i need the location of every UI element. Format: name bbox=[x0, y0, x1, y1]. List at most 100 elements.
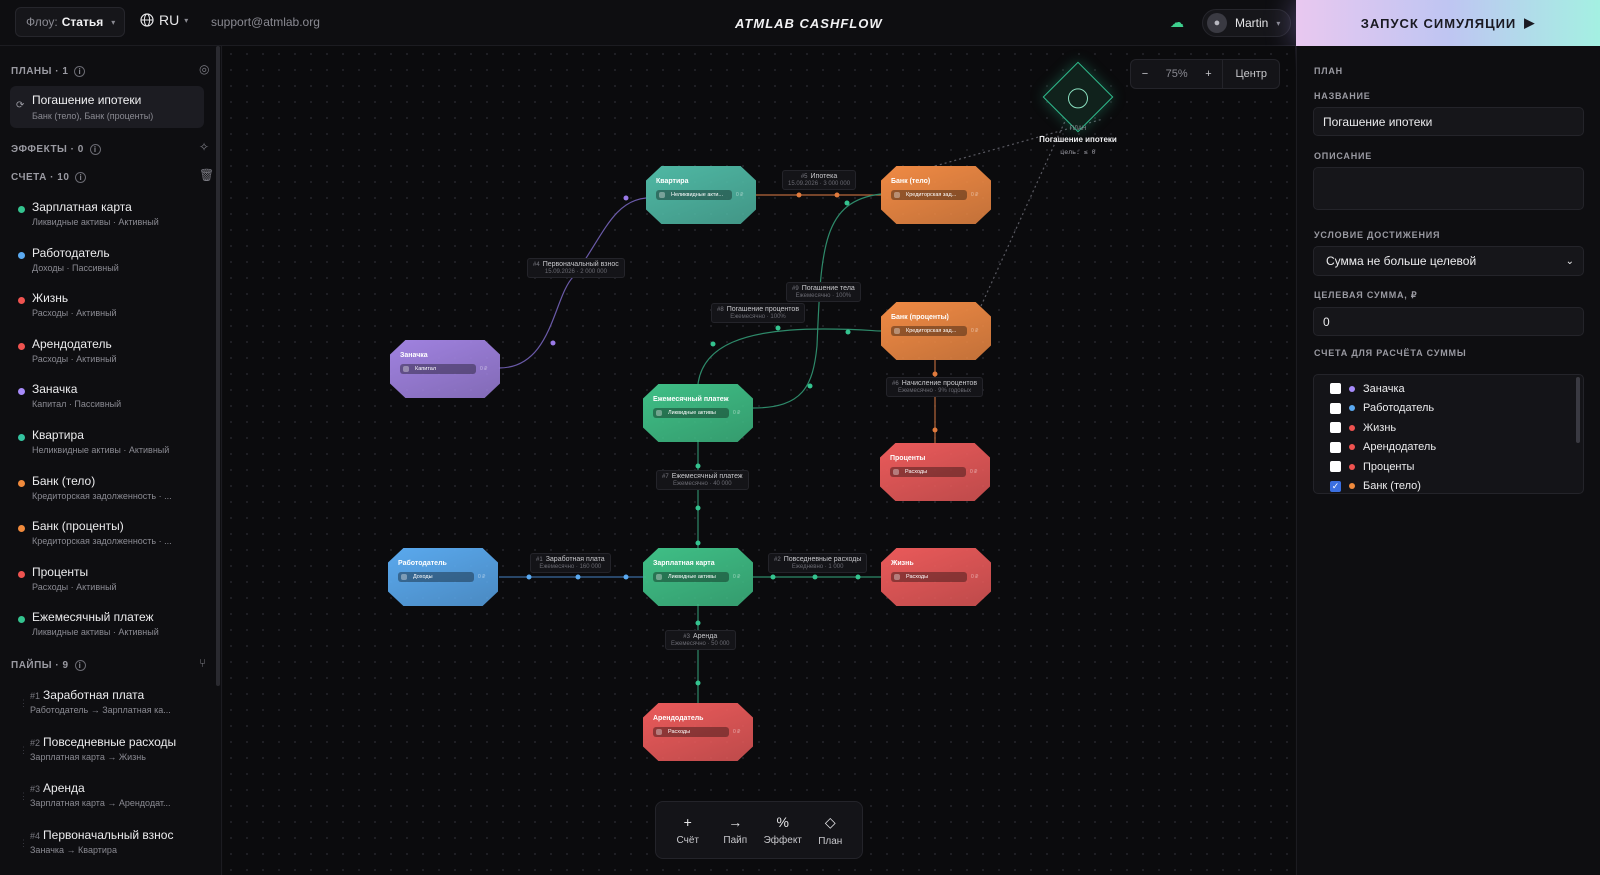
sidebar-account-item[interactable]: Зарплатная карта Ликвидные активы · Актив… bbox=[0, 198, 210, 238]
account-node[interactable]: Банк (проценты) Кредиторская зад... 0 ₽ bbox=[881, 302, 991, 360]
add-pipe-tool[interactable]: → Пайп bbox=[713, 814, 757, 846]
refresh-icon: ⟳ bbox=[16, 100, 25, 111]
canvas-toolbar: + Счёт → Пайп% Эффект ◇ План bbox=[655, 801, 863, 859]
account-checkbox-row[interactable]: Заначка bbox=[1314, 379, 1583, 399]
edge-schedule: Ежемесячно · 100% bbox=[795, 293, 852, 299]
trash-icon[interactable]: 🗑 bbox=[199, 168, 214, 182]
sparkles-icon[interactable]: ✧ bbox=[199, 140, 209, 154]
node-title: Работодатель bbox=[398, 560, 447, 567]
pipe-edge-label[interactable]: #3 Аренда Ежемесячно · 50 000 bbox=[665, 630, 736, 650]
account-node[interactable]: Заначка Капитал 0 ₽ bbox=[390, 340, 500, 398]
account-checkbox-row[interactable]: Жизнь bbox=[1314, 418, 1583, 438]
account-node[interactable]: Банк (тело) Кредиторская зад... 0 ₽ bbox=[881, 166, 991, 224]
target-sum-input[interactable] bbox=[1313, 307, 1584, 336]
pipe-subtitle: Заначка → Квартира bbox=[30, 844, 117, 855]
tool-label: Счёт bbox=[676, 835, 699, 846]
plans-section-title: ПЛАНЫ · 1 bbox=[11, 65, 69, 77]
checkbox[interactable]: ✓ bbox=[1330, 480, 1341, 492]
checkbox[interactable] bbox=[1330, 422, 1341, 434]
account-node[interactable]: Арендодатель Расходы 0 ₽ bbox=[643, 703, 753, 761]
account-node[interactable]: Жизнь Расходы 0 ₽ bbox=[881, 548, 991, 606]
sidebar-pipe-item[interactable]: ⋮ #2 Повседневные расходы Зарплатная карта … bbox=[0, 733, 210, 773]
language-select[interactable]: RU ▾ bbox=[140, 12, 188, 28]
sidebar-account-item[interactable]: Заначка Капитал · Пассивный bbox=[0, 380, 210, 420]
node-balance: 0 ₽ bbox=[970, 469, 978, 475]
sidebar-account-item[interactable]: Банк (тело) Кредиторская задолженность · … bbox=[0, 472, 210, 512]
pipe-edge-label[interactable]: #6 Начисление процентов Ежемесячно · 9% го… bbox=[886, 377, 984, 397]
account-checkbox-row[interactable]: ✓ Банк (тело) bbox=[1314, 477, 1583, 494]
description-label: ОПИСАНИЕ bbox=[1314, 151, 1373, 161]
checkbox[interactable] bbox=[1330, 402, 1341, 414]
info-icon[interactable]: i bbox=[74, 659, 86, 671]
checkbox[interactable] bbox=[1330, 461, 1341, 473]
sidebar-account-item[interactable]: Жизнь Расходы · Активный bbox=[0, 289, 210, 329]
run-simulation-button[interactable]: ЗАПУСК СИМУЛЯЦИИ ▶ bbox=[1296, 0, 1600, 46]
checkbox[interactable] bbox=[1330, 441, 1341, 453]
add-plan-tool[interactable]: ◇ План bbox=[808, 814, 852, 847]
name-input[interactable] bbox=[1313, 107, 1584, 136]
zoom-out-button[interactable]: − bbox=[1131, 68, 1159, 80]
sidebar-account-item[interactable]: Ежемесячный платеж Ликвидные активы · Акт… bbox=[0, 608, 210, 648]
sidebar-pipe-item[interactable]: ⋮ #3 Аренда Зарплатная карта → Арендодат... bbox=[0, 779, 210, 819]
drag-handle-icon[interactable]: ⋮ bbox=[19, 698, 28, 709]
sidebar-account-item[interactable]: Квартира Неликвидные активы · Активный bbox=[0, 426, 210, 466]
flow-canvas[interactable]: − 75% + Центр ПЛАН Погашение ипотеки цел… bbox=[223, 46, 1295, 875]
cloud-sync-icon[interactable]: ☁ bbox=[1170, 14, 1184, 31]
pipe-subtitle: Зарплатная карта → Арендодат... bbox=[30, 798, 171, 808]
info-icon[interactable]: i bbox=[74, 65, 86, 77]
condition-select[interactable]: Сумма не больше целевой ⌄ bbox=[1313, 246, 1584, 276]
info-icon[interactable]: i bbox=[89, 143, 101, 155]
account-checkbox-label: Работодатель bbox=[1363, 402, 1435, 415]
checklist-scrollbar[interactable] bbox=[1576, 377, 1580, 443]
account-subtitle: Ликвидные активы · Активный bbox=[32, 627, 159, 638]
account-node[interactable]: Квартира Неликвидные акти... 0 ₽ bbox=[646, 166, 756, 224]
pipe-edge-label[interactable]: #2 Повседневные расходы Ежедневно · 1 000 bbox=[768, 553, 868, 573]
pipe-edge-label[interactable]: #7 Ежемесячный платеж Ежемесячно · 40 000 bbox=[656, 470, 749, 490]
account-checkbox-row[interactable]: Арендодатель bbox=[1314, 438, 1583, 458]
edge-number: #4 bbox=[533, 262, 540, 268]
account-checkbox-row[interactable]: Работодатель bbox=[1314, 399, 1583, 419]
edge-interest-payment[interactable] bbox=[697, 328, 882, 385]
plan-item[interactable]: ⟳ Погашение ипотеки Банк (тело), Банк (п… bbox=[10, 86, 204, 128]
drag-handle-icon[interactable]: ⋮ bbox=[19, 791, 28, 802]
pipe-edge-label[interactable]: #9 Погашение тела Ежемесячно · 100% bbox=[786, 282, 861, 302]
checkbox[interactable] bbox=[1330, 383, 1341, 395]
play-icon: ▶ bbox=[1524, 15, 1536, 30]
sidebar-scrollbar[interactable] bbox=[216, 46, 220, 686]
edge-down-payment[interactable] bbox=[498, 197, 647, 369]
drag-handle-icon[interactable]: ⋮ bbox=[19, 838, 28, 849]
add-pipe-icon: → bbox=[728, 814, 743, 830]
account-name: Работодатель bbox=[32, 245, 110, 260]
account-checkbox-row[interactable]: Проценты bbox=[1314, 457, 1583, 477]
account-node[interactable]: Работодатель Доходы 0 ₽ bbox=[388, 548, 498, 606]
pipe-edge-label[interactable]: #1 Заработная плата Ежемесячно · 160 000 bbox=[530, 553, 611, 573]
drag-handle-icon[interactable]: ⋮ bbox=[19, 745, 28, 756]
sidebar-pipe-item[interactable]: ⋮ #4 Первоначальный взнос Заначка → Квартир… bbox=[0, 826, 210, 866]
flow-select[interactable]: Флоу: Статья ▾ bbox=[15, 7, 125, 37]
sidebar-account-item[interactable]: Работодатель Доходы · Пассивный bbox=[0, 244, 210, 284]
sidebar-account-item[interactable]: Проценты Расходы · Активный bbox=[0, 563, 210, 603]
sidebar-account-item[interactable]: Банк (проценты) Кредиторская задолженност… bbox=[0, 517, 210, 557]
pipe-edge-label[interactable]: #8 Погашение процентов Ежемесячно · 100% bbox=[711, 303, 806, 323]
branch-icon[interactable]: ⑂ bbox=[199, 656, 206, 670]
account-node[interactable]: Зарплатная карта Ликвидные активы 0 ₽ bbox=[643, 548, 753, 606]
support-email-link[interactable]: support@atmlab.org bbox=[211, 15, 320, 29]
node-title: Проценты bbox=[890, 455, 926, 462]
sidebar-account-item[interactable]: Арендодатель Расходы · Активный bbox=[0, 335, 210, 375]
user-menu[interactable]: ● Martin ▾ bbox=[1202, 9, 1292, 37]
target-icon[interactable]: ◎ bbox=[199, 62, 209, 76]
add-effect-tool[interactable]: % Эффект bbox=[761, 814, 805, 846]
sidebar-pipe-item[interactable]: ⋮ #1 Заработная плата Работодатель → Зарпла… bbox=[0, 686, 210, 726]
pipe-edge-label[interactable]: #5 Ипотека 15.09.2026 · 3 000 000 bbox=[782, 170, 857, 190]
add-account-tool[interactable]: + Счёт bbox=[666, 814, 710, 846]
account-node[interactable]: Ежемесячный платеж Ликвидные активы 0 ₽ bbox=[643, 384, 753, 442]
top-bar: Флоу: Статья ▾ RU ▾ support@atmlab.org A… bbox=[0, 0, 1600, 46]
zoom-in-button[interactable]: + bbox=[1195, 68, 1223, 80]
account-node[interactable]: Проценты Расходы 0 ₽ bbox=[880, 443, 990, 501]
description-textarea[interactable] bbox=[1313, 167, 1584, 210]
node-type-pill: Расходы bbox=[653, 727, 729, 737]
pipe-edge-label[interactable]: #4 Первоначальный взнос 15.09.2026 · 2 000… bbox=[527, 258, 625, 278]
info-icon[interactable]: i bbox=[75, 171, 87, 183]
center-button[interactable]: Центр bbox=[1223, 68, 1279, 80]
account-subtitle: Ликвидные активы · Активный bbox=[32, 217, 159, 227]
